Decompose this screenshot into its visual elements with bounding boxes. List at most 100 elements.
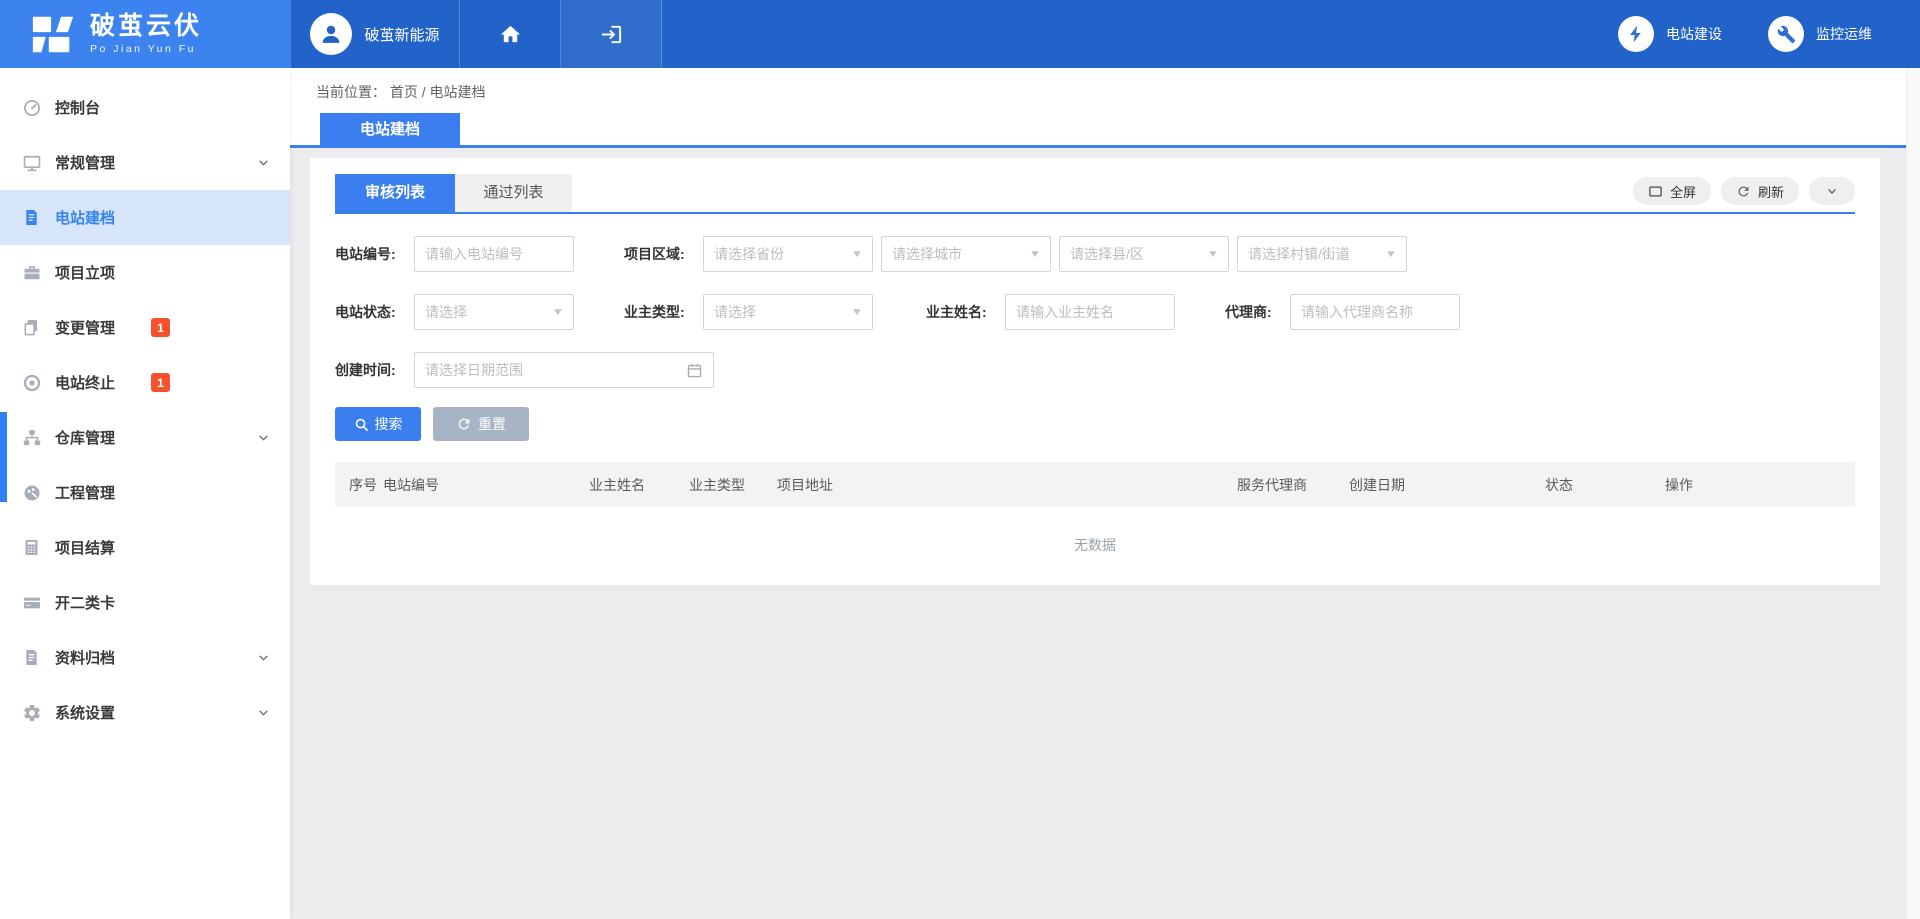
column-header: 服务代理商 bbox=[1237, 475, 1349, 495]
sidebar-item-label: 系统设置 bbox=[55, 702, 115, 723]
owner-name-input[interactable] bbox=[1005, 294, 1175, 330]
dashboard-icon bbox=[22, 483, 42, 503]
reset-button[interactable]: 重置 bbox=[433, 407, 529, 441]
sidebar-item-label: 电站建档 bbox=[55, 207, 115, 228]
owner-type-select[interactable]: 请选择 ▼ bbox=[703, 294, 873, 330]
page-scrollbar[interactable] bbox=[1906, 68, 1920, 919]
sidebar-item-label: 项目立项 bbox=[55, 262, 115, 283]
calculator-icon bbox=[22, 538, 42, 558]
owner-name-label: 业主姓名: bbox=[926, 302, 993, 322]
column-header: 序号 bbox=[335, 475, 383, 495]
gauge-icon bbox=[22, 98, 42, 118]
sidebar-item-system-settings[interactable]: 系统设置 bbox=[0, 685, 290, 740]
station-status-select[interactable]: 请选择 ▼ bbox=[414, 294, 574, 330]
refresh-button[interactable]: 刷新 bbox=[1721, 177, 1799, 205]
caret-down-icon: ▼ bbox=[1029, 249, 1042, 260]
status-badge: 1 bbox=[151, 318, 170, 337]
breadcrumb: 当前位置： 首页 / 电站建档 bbox=[316, 82, 1920, 102]
province-select[interactable]: 请选择省份 ▼ bbox=[703, 236, 873, 272]
breadcrumb-bar: 当前位置： 首页 / 电站建档 电站建档 bbox=[290, 68, 1920, 148]
tab-passed-list[interactable]: 通过列表 bbox=[455, 174, 572, 212]
nav-monitor-ops[interactable]: 监控运维 bbox=[1768, 16, 1872, 52]
home-icon bbox=[499, 23, 522, 46]
caret-down-icon: ▼ bbox=[851, 307, 864, 318]
nav-station-build[interactable]: 电站建设 bbox=[1618, 16, 1722, 52]
date-range-input[interactable] bbox=[425, 362, 686, 378]
station-code-input[interactable] bbox=[414, 236, 574, 272]
column-header: 状态 bbox=[1545, 475, 1665, 495]
column-header: 业主姓名 bbox=[589, 475, 689, 495]
create-time-label: 创建时间: bbox=[335, 360, 402, 380]
sidebar-item-project-settlement[interactable]: 项目结算 bbox=[0, 520, 290, 575]
calendar-icon bbox=[686, 362, 703, 379]
sidebar-item-label: 常规管理 bbox=[55, 152, 115, 173]
sitemap-icon bbox=[22, 428, 42, 448]
agent-input[interactable] bbox=[1290, 294, 1460, 330]
city-select[interactable]: 请选择城市 ▼ bbox=[881, 236, 1051, 272]
disc-icon bbox=[22, 373, 42, 393]
logout-button[interactable] bbox=[561, 0, 662, 68]
caret-down-icon: ▼ bbox=[851, 249, 864, 260]
town-select[interactable]: 请选择村镇/街道 ▼ bbox=[1237, 236, 1407, 272]
sidebar-item-station-archive[interactable]: 电站建档 bbox=[0, 190, 290, 245]
card-icon bbox=[22, 593, 42, 613]
login-arrow-icon bbox=[600, 23, 623, 46]
sidebar: 控制台 常规管理 电站建档 项目立项 bbox=[0, 68, 290, 919]
sidebar-item-label: 资料归档 bbox=[55, 647, 115, 668]
search-icon bbox=[354, 417, 369, 432]
user-menu[interactable]: 破茧新能源 bbox=[290, 0, 460, 68]
nav-station-build-label: 电站建设 bbox=[1666, 24, 1722, 44]
sidebar-item-label: 项目结算 bbox=[55, 537, 115, 558]
breadcrumb-prefix: 当前位置： bbox=[316, 84, 386, 100]
wrench-icon bbox=[1777, 25, 1796, 44]
company-name: 破茧新能源 bbox=[364, 24, 439, 45]
document-icon bbox=[22, 208, 42, 228]
fullscreen-button[interactable]: 全屏 bbox=[1633, 177, 1711, 205]
monitor-icon bbox=[22, 153, 42, 173]
sidebar-item-open-card[interactable]: 开二类卡 bbox=[0, 575, 290, 630]
breadcrumb-path: 首页 / 电站建档 bbox=[390, 84, 486, 100]
caret-down-icon: ▼ bbox=[1385, 249, 1398, 260]
home-button[interactable] bbox=[460, 0, 561, 68]
column-header: 创建日期 bbox=[1349, 475, 1545, 495]
main-content: 当前位置： 首页 / 电站建档 电站建档 审核列表 通过列表 全屏 刷新 bbox=[290, 68, 1920, 919]
column-header: 项目地址 bbox=[777, 475, 1237, 495]
collapse-button[interactable] bbox=[1809, 177, 1855, 205]
logo: 破茧云伏 Po Jian Yun Fu bbox=[0, 0, 290, 68]
tab-review-list[interactable]: 审核列表 bbox=[335, 174, 455, 212]
user-icon bbox=[318, 21, 344, 47]
sidebar-item-label: 仓库管理 bbox=[55, 427, 115, 448]
sidebar-item-console[interactable]: 控制台 bbox=[0, 80, 290, 135]
chevron-down-icon bbox=[257, 651, 270, 664]
lightning-icon bbox=[1626, 24, 1646, 44]
logo-title: 破茧云伏 bbox=[90, 13, 202, 41]
sidebar-item-warehouse-mgmt[interactable]: 仓库管理 bbox=[0, 410, 290, 465]
search-button[interactable]: 搜索 bbox=[335, 407, 421, 441]
sidebar-item-data-archive[interactable]: 资料归档 bbox=[0, 630, 290, 685]
page-tab-station-archive[interactable]: 电站建档 bbox=[320, 113, 460, 146]
county-select[interactable]: 请选择县/区 ▼ bbox=[1059, 236, 1229, 272]
sidebar-item-change-mgmt[interactable]: 变更管理 1 bbox=[0, 300, 290, 355]
date-range-picker[interactable] bbox=[414, 352, 714, 388]
gear-icon bbox=[22, 703, 42, 723]
fullscreen-icon bbox=[1648, 184, 1663, 199]
sidebar-item-general-mgmt[interactable]: 常规管理 bbox=[0, 135, 290, 190]
sidebar-item-engineering-mgmt[interactable]: 工程管理 bbox=[0, 465, 290, 520]
agent-label: 代理商: bbox=[1225, 302, 1278, 322]
caret-down-icon: ▼ bbox=[1207, 249, 1220, 260]
status-badge: 1 bbox=[151, 373, 170, 392]
chevron-down-icon bbox=[1825, 184, 1839, 198]
sidebar-item-label: 电站终止 bbox=[55, 372, 115, 393]
caret-down-icon: ▼ bbox=[552, 307, 565, 318]
column-header: 操作 bbox=[1665, 475, 1855, 495]
chevron-down-icon bbox=[257, 156, 270, 169]
reset-icon bbox=[456, 416, 472, 432]
table-header: 序号 电站编号 业主姓名 业主类型 项目地址 服务代理商 创建日期 状态 操作 bbox=[335, 462, 1855, 507]
owner-type-label: 业主类型: bbox=[624, 302, 691, 322]
top-nav: 破茧云伏 Po Jian Yun Fu 破茧新能源 bbox=[0, 0, 1920, 68]
sidebar-scrollbar-thumb[interactable] bbox=[0, 412, 7, 502]
station-code-label: 电站编号: bbox=[335, 244, 402, 264]
sidebar-item-project-initiation[interactable]: 项目立项 bbox=[0, 245, 290, 300]
sidebar-item-station-termination[interactable]: 电站终止 1 bbox=[0, 355, 290, 410]
refresh-icon bbox=[1736, 184, 1751, 199]
